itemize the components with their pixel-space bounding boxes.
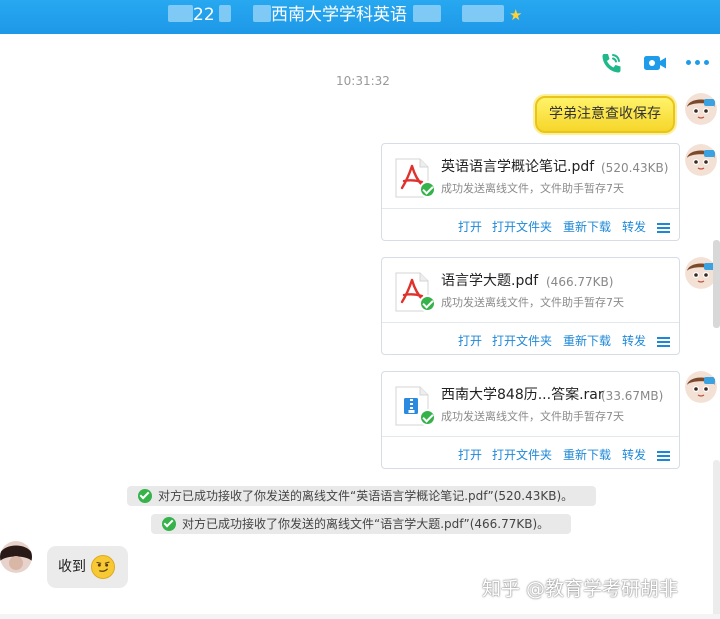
open-folder-link[interactable]: 打开文件夹 [492, 333, 552, 349]
file-size: (520.43KB) [601, 161, 669, 175]
avatar[interactable] [0, 541, 32, 573]
open-file-link[interactable]: 打开 [458, 447, 482, 463]
sent-success-icon [419, 181, 436, 198]
notice-text: 对方已成功接收了你发送的离线文件“英语语言学概论笔记.pdf”(520.43KB… [158, 489, 574, 503]
smirk-emoji-icon [91, 555, 115, 579]
sent-success-icon [419, 409, 436, 426]
file-received-notice: 对方已成功接收了你发送的离线文件“英语语言学概论笔记.pdf”(520.43KB… [127, 486, 596, 506]
menu-icon[interactable] [657, 223, 670, 233]
scrollbar-thumb[interactable] [713, 240, 720, 328]
file-message-card[interactable]: 西南大学848历...答案.rar (33.67MB) 成功发送离线文件，文件助… [381, 371, 680, 469]
card-divider [382, 208, 679, 209]
blurred-region [253, 5, 271, 22]
open-file-link[interactable]: 打开 [458, 333, 482, 349]
file-name[interactable]: 语言学大题.pdf [441, 272, 538, 290]
file-size: (33.67MB) [601, 389, 664, 403]
success-check-icon [162, 517, 176, 531]
file-size: (466.77KB) [546, 275, 614, 289]
open-folder-link[interactable]: 打开文件夹 [492, 219, 552, 235]
file-status: 成功发送离线文件，文件助手暂存7天 [441, 296, 624, 309]
redownload-link[interactable]: 重新下载 [563, 333, 611, 349]
file-status: 成功发送离线文件，文件助手暂存7天 [441, 182, 624, 195]
menu-icon[interactable] [657, 337, 670, 347]
video-call-icon[interactable] [642, 51, 668, 75]
success-check-icon [138, 489, 152, 503]
file-status: 成功发送离线文件，文件助手暂存7天 [441, 410, 624, 423]
title-bar: 22 西南大学学科英语 ★ [0, 0, 720, 34]
blurred-region [219, 5, 231, 22]
card-divider [382, 322, 679, 323]
file-message-card[interactable]: 英语语言学概论笔记.pdf (520.43KB) 成功发送离线文件，文件助手暂存… [381, 143, 680, 241]
more-options-icon[interactable] [686, 60, 710, 66]
blurred-region [462, 5, 504, 22]
redownload-link[interactable]: 重新下载 [563, 447, 611, 463]
group-name: 西南大学学科英语 [271, 5, 407, 25]
sent-success-icon [419, 295, 436, 312]
open-folder-link[interactable]: 打开文件夹 [492, 447, 552, 463]
open-file-link[interactable]: 打开 [458, 219, 482, 235]
file-name[interactable]: 英语语言学概论笔记.pdf [441, 158, 594, 176]
title-number-fragment: 22 [193, 5, 215, 25]
message-text: 收到 [58, 559, 86, 575]
redownload-link[interactable]: 重新下载 [563, 219, 611, 235]
scrollbar-track[interactable] [713, 460, 720, 619]
card-divider [382, 436, 679, 437]
star-icon: ★ [509, 6, 523, 24]
file-message-card[interactable]: 语言学大题.pdf (466.77KB) 成功发送离线文件，文件助手暂存7天 打… [381, 257, 680, 355]
message-timestamp: 10:31:32 [336, 74, 390, 88]
watermark: 知乎 @教育学考研胡非 [482, 578, 679, 600]
forward-link[interactable]: 转发 [622, 333, 646, 349]
file-received-notice: 对方已成功接收了你发送的离线文件“语言学大题.pdf”(466.77KB)。 [151, 514, 571, 534]
received-message-bubble[interactable]: 收到 [47, 546, 128, 588]
avatar[interactable] [685, 144, 717, 176]
avatar[interactable] [685, 371, 717, 403]
avatar[interactable] [685, 93, 717, 125]
blurred-region [168, 5, 193, 22]
file-name[interactable]: 西南大学848历...答案.rar [441, 386, 604, 404]
input-area-top-edge [0, 614, 720, 619]
text-message-bubble[interactable]: 学弟注意查收保存 [535, 96, 675, 133]
phone-call-icon[interactable] [598, 51, 624, 75]
forward-link[interactable]: 转发 [622, 219, 646, 235]
forward-link[interactable]: 转发 [622, 447, 646, 463]
blurred-region [413, 5, 441, 22]
notice-text: 对方已成功接收了你发送的离线文件“语言学大题.pdf”(466.77KB)。 [182, 517, 550, 531]
menu-icon[interactable] [657, 451, 670, 461]
